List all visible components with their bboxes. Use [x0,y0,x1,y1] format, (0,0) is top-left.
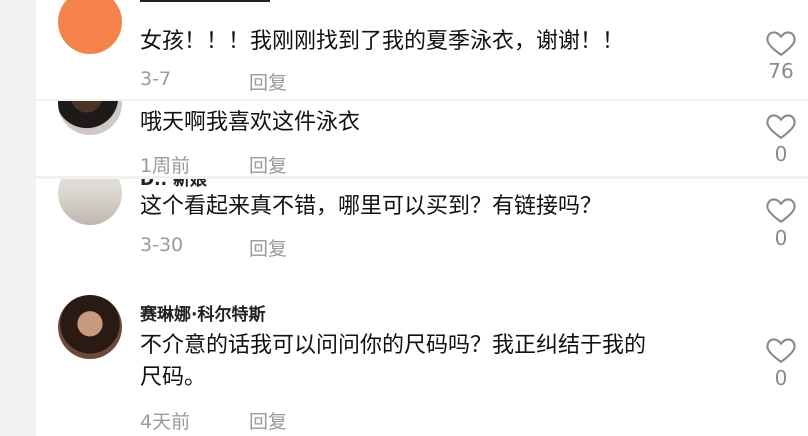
like-control[interactable]: 0 [766,337,796,390]
comment-meta: 3-7 回复 [140,68,287,94]
heart-outline-icon[interactable] [766,30,796,56]
like-count: 0 [774,142,788,166]
like-control[interactable]: 76 [766,30,796,83]
avatar[interactable] [58,179,122,225]
comment-date: 3-7 [140,68,172,90]
comment-text: 这个看起来真不错，哪里可以买到？有链接吗？ [140,194,603,219]
heart-outline-icon[interactable] [766,113,796,139]
comment-date: 4天前 [140,411,191,433]
comment-text: 女孩！！！我刚刚找到了我的夏季泳衣，谢谢！！ [140,29,625,54]
comment-text-line: 不介意的话我可以问问你的尺码吗？我正纠结于我的 [140,333,647,358]
username[interactable]: D.. 新娘 [140,179,207,190]
username[interactable]: 赛琳娜·科尔特斯 [140,300,265,325]
username-cut [140,0,270,2]
reply-button[interactable]: 回复 [249,407,287,434]
like-count: 0 [774,366,788,390]
comment-text: 哦天啊我喜欢这件泳衣 [140,110,361,135]
like-count: 76 [768,59,794,83]
comment-card: D.. 新娘 这个看起来真不错，哪里可以买到？有链接吗？ 3-30 回复 0 赛… [36,179,808,436]
comment-date: 3-30 [140,234,184,256]
heart-outline-icon[interactable] [766,337,796,363]
reply-button[interactable]: 回复 [249,68,287,95]
comment-text-line: 尺码。 [140,365,207,390]
comment-card: 女孩！！！我刚刚找到了我的夏季泳衣，谢谢！！ 3-7 回复 76 [36,0,808,99]
reply-button[interactable]: 回复 [249,151,287,176]
reply-button[interactable]: 回复 [249,234,287,261]
avatar[interactable] [58,0,122,54]
comment-meta: 1周前 回复 [140,151,287,176]
comment-date: 1周前 [140,155,191,176]
comment-meta: 4天前 回复 [140,407,287,434]
heart-outline-icon[interactable] [766,197,796,223]
like-control[interactable]: 0 [766,197,796,250]
comment-card: 哦天啊我喜欢这件泳衣 1周前 回复 0 [36,101,808,176]
like-count: 0 [774,226,788,250]
like-control[interactable]: 0 [766,113,796,166]
avatar[interactable] [58,295,122,359]
comment-meta: 3-30 回复 [140,234,287,260]
avatar[interactable] [58,101,122,135]
